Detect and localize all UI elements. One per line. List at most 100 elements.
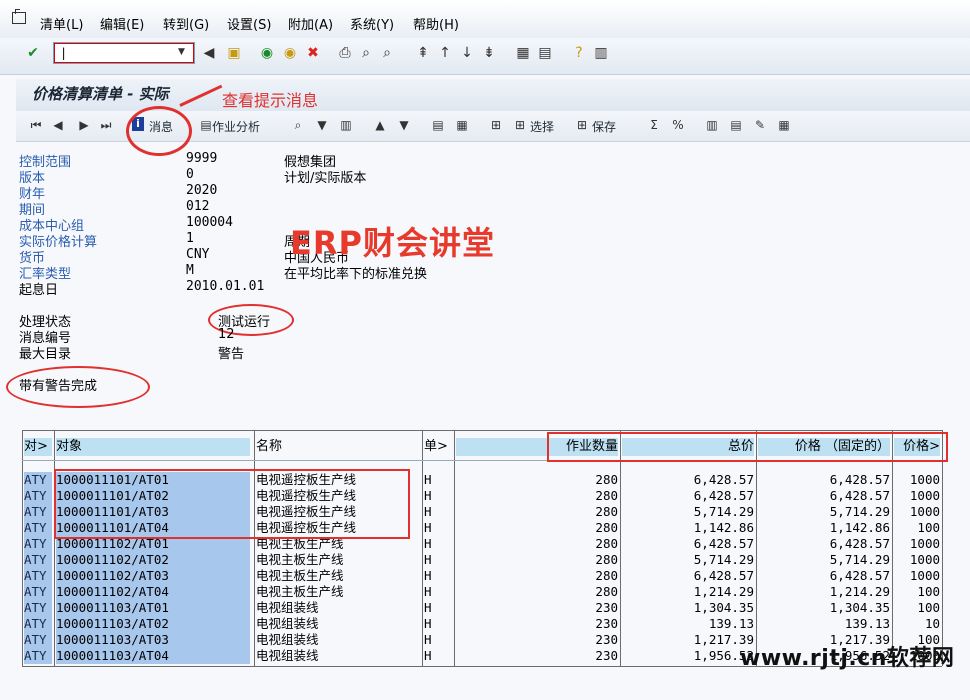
table-cell: ATY [24, 504, 52, 520]
previous-icon[interactable]: ◀ [50, 117, 66, 133]
back-icon[interactable]: ◉ [258, 44, 276, 62]
menu-settings[interactable]: 设置(S) [227, 14, 271, 33]
grid-icon[interactable]: ▦ [776, 117, 792, 133]
table-header-cell[interactable]: 对象 [56, 438, 250, 456]
menu-goto[interactable]: 转到(G) [163, 14, 209, 33]
header-value: 0 [186, 167, 194, 182]
table-cell: 6,428.57 [829, 488, 890, 503]
header-value: 1 [186, 231, 194, 246]
table-cell-object[interactable]: 1000011102/AT03 [56, 568, 250, 584]
graphic-icon[interactable]: ▤ [728, 117, 744, 133]
sum-icon[interactable]: Σ [646, 117, 662, 133]
table-cell: 280 [595, 552, 618, 567]
chevron-down-icon[interactable]: ▼ [178, 47, 185, 57]
table-header-cell[interactable]: 名称 [256, 438, 420, 456]
sort-descending-icon[interactable]: ▼ [396, 117, 412, 133]
menu-extras[interactable]: 附加(A) [288, 14, 333, 33]
table-column-divider [454, 430, 455, 666]
subtotal-icon[interactable]: % [670, 117, 686, 133]
table-cell: 6,428.57 [693, 568, 754, 583]
table-cell-object[interactable]: 1000011103/AT04 [56, 648, 250, 664]
table-cell: ATY [24, 584, 52, 600]
change-layout-icon[interactable]: ▥ [704, 117, 720, 133]
menu-list[interactable]: 清单(L) [40, 14, 83, 33]
choose-icon[interactable]: ⊞ [488, 117, 504, 133]
table-cell: 139.13 [708, 616, 754, 631]
table-cell: ATY [24, 600, 52, 616]
command-field[interactable]: | [53, 42, 195, 64]
next-icon[interactable]: ▶ [76, 117, 92, 133]
header-value: 012 [186, 199, 210, 214]
system-menu-icon[interactable] [12, 9, 26, 24]
last-icon[interactable]: ⏭ [98, 117, 114, 133]
table-header-cell[interactable]: 单> [424, 438, 452, 456]
table-cell: 5,714.29 [693, 504, 754, 519]
header-desc: 计划/实际版本 [284, 171, 367, 186]
table-cell: H [424, 552, 432, 567]
table-cell: 5,714.29 [829, 552, 890, 567]
menu-edit[interactable]: 编辑(E) [100, 14, 144, 33]
table-column-divider [54, 430, 55, 666]
annotation-message-circle [126, 106, 192, 156]
details-icon[interactable]: ⌕ [290, 117, 306, 133]
prev-page-icon[interactable]: ↑ [436, 44, 454, 62]
activity-analysis-button[interactable]: 作业分析 [212, 118, 260, 135]
new-session-icon[interactable]: ▦ [514, 44, 532, 62]
table-cell: 电视主板生产线 [256, 568, 344, 583]
table-cell: ATY [24, 520, 52, 536]
cancel-icon[interactable]: ✖ [304, 44, 322, 62]
enter-check-icon[interactable]: ✔ [24, 44, 42, 62]
filter-icon[interactable]: ▼ [314, 117, 330, 133]
first-icon[interactable]: ⏮ [28, 117, 44, 133]
table-cell: 280 [595, 472, 618, 487]
find-icon[interactable]: ⌕ [357, 44, 375, 62]
sort-ascending-icon[interactable]: ▲ [372, 117, 388, 133]
table-cell: ATY [24, 472, 52, 488]
table-cell: H [424, 504, 432, 519]
table-cell: 1000 [909, 472, 940, 487]
first-page-icon[interactable]: ⇞ [414, 44, 432, 62]
shortcut-icon[interactable]: ▤ [536, 44, 554, 62]
table-cell-object[interactable]: 1000011102/AT02 [56, 552, 250, 568]
table-cell-object[interactable]: 1000011103/AT03 [56, 632, 250, 648]
header-label: 起息日 [19, 283, 59, 298]
export-icon[interactable]: ▤ [430, 117, 446, 133]
table-column-divider [254, 430, 255, 666]
abc-analysis-icon[interactable]: ✎ [752, 117, 768, 133]
table-cell: 280 [595, 488, 618, 503]
help-icon[interactable]: ? [570, 44, 588, 62]
table-header-cell[interactable]: 对> [24, 438, 52, 456]
status-label: 最大目录 [19, 347, 72, 362]
table-cell-object[interactable]: 1000011102/AT04 [56, 584, 250, 600]
table-cell: 100 [917, 520, 940, 535]
next-page-icon[interactable]: ↓ [458, 44, 476, 62]
exit-icon[interactable]: ◉ [281, 44, 299, 62]
save-icon[interactable]: ▣ [225, 44, 243, 62]
table-cell: 280 [595, 520, 618, 535]
menu-system[interactable]: 系统(Y) [350, 14, 394, 33]
table-cell: H [424, 520, 432, 535]
print-icon[interactable]: ⎙ [336, 44, 354, 62]
menu-bar: 清单(L) 编辑(E) 转到(G) 设置(S) 附加(A) 系统(Y) 帮助(H… [0, 0, 970, 39]
table-cell: 1000 [909, 504, 940, 519]
menu-help[interactable]: 帮助(H) [413, 14, 459, 33]
save-button[interactable]: 保存 [592, 118, 616, 135]
table-cell: 139.13 [844, 616, 890, 631]
table-cell: 1,956.52 [693, 648, 754, 663]
last-page-icon[interactable]: ⇟ [480, 44, 498, 62]
layout-icon[interactable]: ▥ [338, 117, 354, 133]
table-cell: ATY [24, 568, 52, 584]
table-cell: 1000 [909, 552, 940, 567]
save-layout-icon: ⊞ [576, 118, 588, 132]
table-cell: ATY [24, 632, 52, 648]
table-cell: 1,217.39 [693, 632, 754, 647]
table-cell: 1,142.86 [829, 520, 890, 535]
spreadsheet-icon[interactable]: ▦ [454, 117, 470, 133]
select-button[interactable]: 选择 [530, 118, 554, 135]
layout-menu-icon[interactable]: ▥ [592, 44, 610, 62]
table-cell-object[interactable]: 1000011103/AT01 [56, 600, 250, 616]
find-next-icon[interactable]: ⌕ [378, 44, 396, 62]
table-cell-object[interactable]: 1000011103/AT02 [56, 616, 250, 632]
select-icon: ⊞ [514, 118, 526, 132]
back-arrow-icon[interactable]: ◀ [200, 44, 218, 62]
